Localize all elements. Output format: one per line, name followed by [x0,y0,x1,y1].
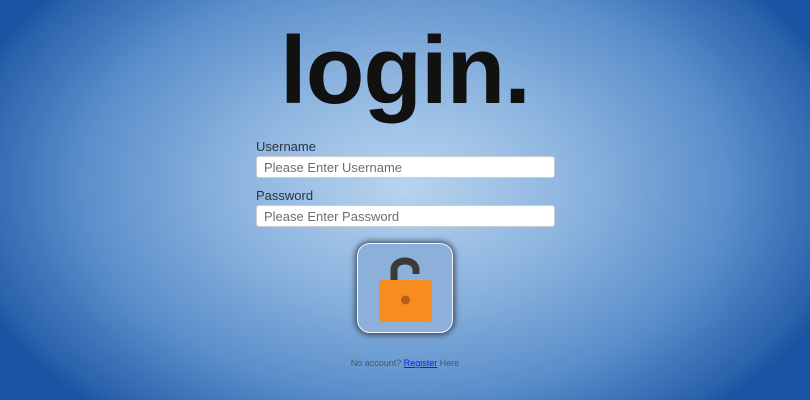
password-input[interactable] [256,205,555,227]
lock-keyhole [401,295,410,305]
page-title: login. [280,17,531,124]
unlock-icon [379,257,432,322]
password-label: Password [256,188,314,203]
lock-shackle [390,257,420,280]
register-link[interactable]: Register [404,358,438,368]
register-prompt-suffix: Here [439,358,460,368]
register-prompt-prefix: No account? [350,358,402,368]
username-input[interactable] [256,156,555,178]
login-submit-button[interactable] [357,243,453,333]
register-prompt: No account? Register Here [0,358,810,368]
username-label: Username [256,139,316,154]
